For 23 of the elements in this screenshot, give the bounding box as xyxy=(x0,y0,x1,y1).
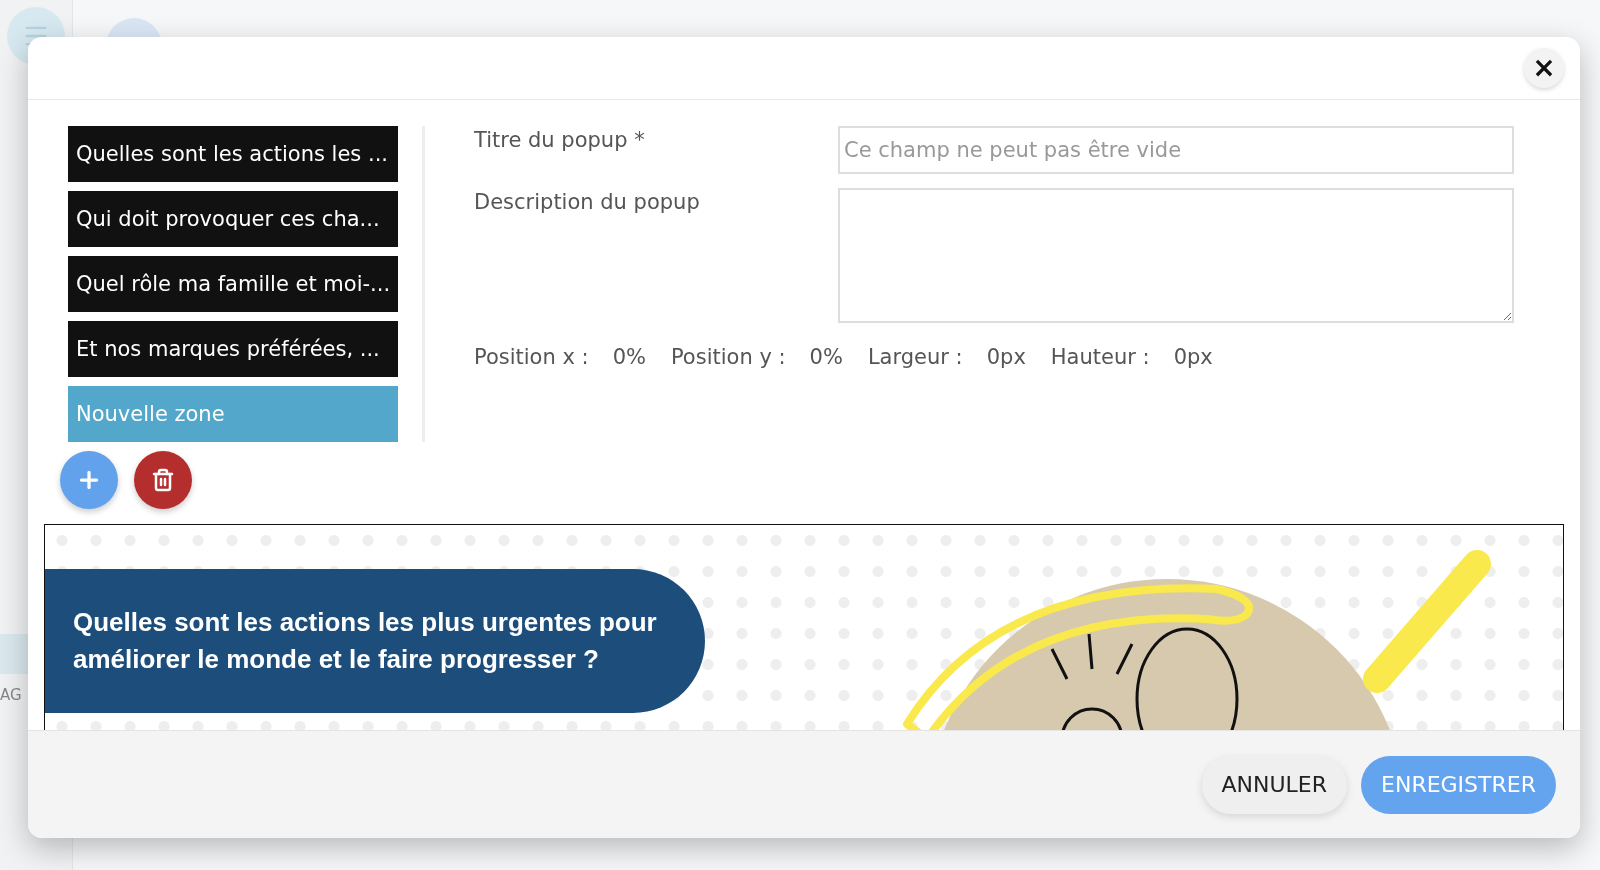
metric-value: 0% xyxy=(809,345,843,369)
metric-label: Position x : xyxy=(474,345,589,369)
description-input[interactable] xyxy=(838,188,1514,323)
question-banner: Quelles sont les actions les plus urgentes pour améliorer le monde et le faire progresser ? xyxy=(45,569,705,713)
metric-value: 0px xyxy=(986,345,1026,369)
metric-label: Position y : xyxy=(670,345,786,369)
trash-icon xyxy=(151,468,175,492)
background-label: AG xyxy=(0,686,22,704)
field-label: Titre du popup * xyxy=(474,127,646,152)
field-label: Description du popup xyxy=(474,189,701,214)
close-button[interactable]: × xyxy=(1524,48,1564,88)
metric-value: 0px xyxy=(1173,345,1213,369)
zone-item[interactable]: Qui doit provoquer ces cha... xyxy=(68,191,398,247)
metric-label: Largeur : xyxy=(867,345,963,369)
cancel-button[interactable]: ANNULER xyxy=(1201,755,1348,814)
zone-item[interactable]: Quelles sont les actions les ... xyxy=(68,126,398,182)
title-input[interactable]: Ce champ ne peut pas être vide xyxy=(838,126,1514,174)
metric-label: Hauteur : xyxy=(1050,345,1150,369)
zone-item[interactable]: Et nos marques préférées, ... xyxy=(68,321,398,377)
zone-item[interactable]: Quel rôle ma famille et moi-... xyxy=(68,256,398,312)
metric-value: 0% xyxy=(612,345,646,369)
delete-button[interactable] xyxy=(134,451,192,509)
add-button[interactable] xyxy=(60,451,118,509)
